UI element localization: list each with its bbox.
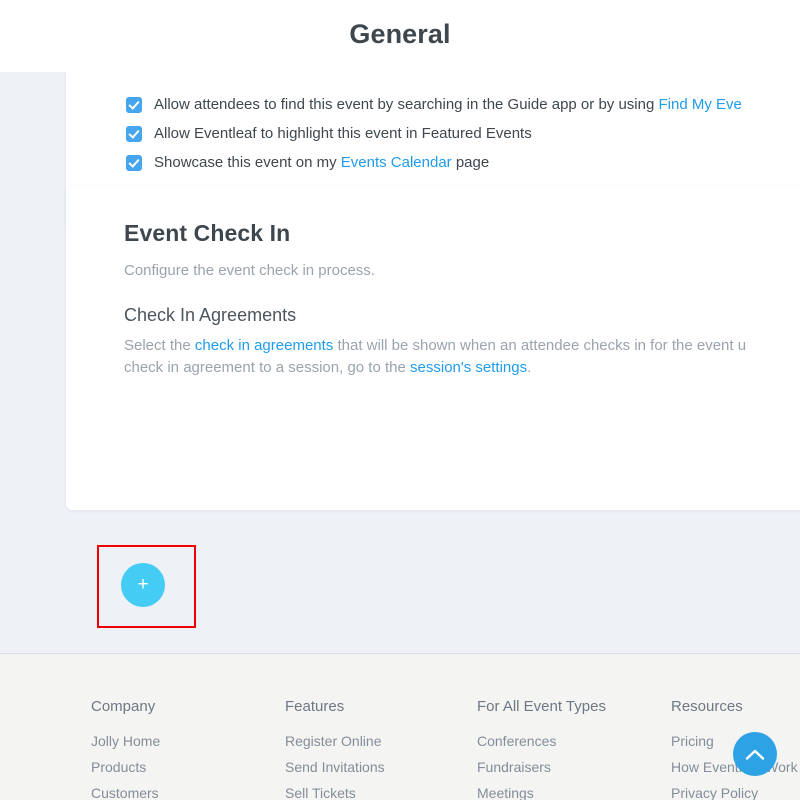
page-title: General: [349, 21, 450, 52]
section-title-event-check-in: Event Check In: [124, 220, 290, 247]
checkbox-label: Allow Eventleaf to highlight this event …: [154, 123, 532, 145]
footer-link-send-invitations[interactable]: Send Invitations: [285, 759, 385, 775]
section-subtitle: Configure the event check in process.: [124, 262, 375, 279]
footer-column-features: Features Register Online Send Invitation…: [285, 698, 385, 800]
footer-column-company: Company Jolly Home Products Customers: [91, 698, 160, 800]
description-line-2: check in agreement to a session, go to t…: [124, 357, 800, 379]
page-header: General: [0, 0, 800, 72]
event-check-in-card: Event Check In Configure the event check…: [66, 185, 800, 510]
footer-heading: For All Event Types: [477, 698, 606, 715]
site-footer: Company Jolly Home Products Customers Fe…: [0, 653, 800, 800]
footer-link-jolly-home[interactable]: Jolly Home: [91, 733, 160, 749]
checkbox-label-text: Allow Eventleaf to highlight this event …: [154, 125, 532, 142]
settings-scroll-area[interactable]: Allow attendees to find this event by se…: [0, 72, 800, 653]
footer-link-sell-tickets[interactable]: Sell Tickets: [285, 785, 385, 800]
checkbox-label-text-suffix: page: [452, 154, 490, 171]
footer-heading: Resources: [671, 698, 798, 715]
footer-link-conferences[interactable]: Conferences: [477, 733, 606, 749]
description-text: check in agreement to a session, go to t…: [124, 359, 410, 376]
left-gutter: [0, 72, 66, 653]
footer-link-meetings[interactable]: Meetings: [477, 785, 606, 800]
checkbox-label: Showcase this event on my Events Calenda…: [154, 152, 489, 174]
checkbox-row-events-calendar[interactable]: Showcase this event on my Events Calenda…: [126, 152, 742, 174]
checkbox-row-featured-events[interactable]: Allow Eventleaf to highlight this event …: [126, 123, 742, 145]
scroll-to-top-button[interactable]: [733, 732, 777, 776]
footer-link-fundraisers[interactable]: Fundraisers: [477, 759, 606, 775]
chevron-up-icon: [745, 748, 765, 761]
description-text: that will be shown when an attendee chec…: [333, 337, 746, 354]
plus-icon: +: [137, 575, 148, 594]
sessions-settings-link[interactable]: session's settings: [410, 359, 527, 376]
checkbox-label-text: Showcase this event on my: [154, 154, 341, 171]
checkbox-checked-icon[interactable]: [126, 97, 142, 113]
description-line-1: Select the check in agreements that will…: [124, 337, 746, 354]
add-check-in-agreement-button[interactable]: +: [121, 563, 165, 607]
checkbox-checked-icon[interactable]: [126, 126, 142, 142]
app-window: General Allow attendees to find this eve…: [0, 0, 800, 800]
check-in-agreements-link[interactable]: check in agreements: [195, 337, 333, 354]
footer-heading: Features: [285, 698, 385, 715]
footer-heading: Company: [91, 698, 160, 715]
footer-link-products[interactable]: Products: [91, 759, 160, 775]
footer-link-privacy-policy[interactable]: Privacy Policy: [671, 785, 798, 800]
footer-columns: Company Jolly Home Products Customers Fe…: [0, 698, 800, 800]
visibility-checkbox-list: Allow attendees to find this event by se…: [126, 94, 742, 181]
footer-link-register-online[interactable]: Register Online: [285, 733, 385, 749]
events-calendar-link[interactable]: Events Calendar: [341, 154, 452, 171]
checkbox-label-text: Allow attendees to find this event by se…: [154, 96, 658, 113]
description-text: .: [527, 359, 531, 376]
checkbox-label: Allow attendees to find this event by se…: [154, 94, 742, 116]
add-agreement-highlight-box: +: [97, 545, 196, 628]
find-my-event-link[interactable]: Find My Eve: [658, 96, 741, 113]
footer-link-customers[interactable]: Customers: [91, 785, 160, 800]
checkbox-checked-icon[interactable]: [126, 155, 142, 171]
description-text: Select the: [124, 337, 195, 354]
checkbox-row-find-event[interactable]: Allow attendees to find this event by se…: [126, 94, 742, 116]
subsection-title-check-in-agreements: Check In Agreements: [124, 305, 296, 326]
check-in-agreements-description: Select the check in agreements that will…: [124, 335, 800, 379]
footer-column-for-all-event-types: For All Event Types Conferences Fundrais…: [477, 698, 606, 800]
